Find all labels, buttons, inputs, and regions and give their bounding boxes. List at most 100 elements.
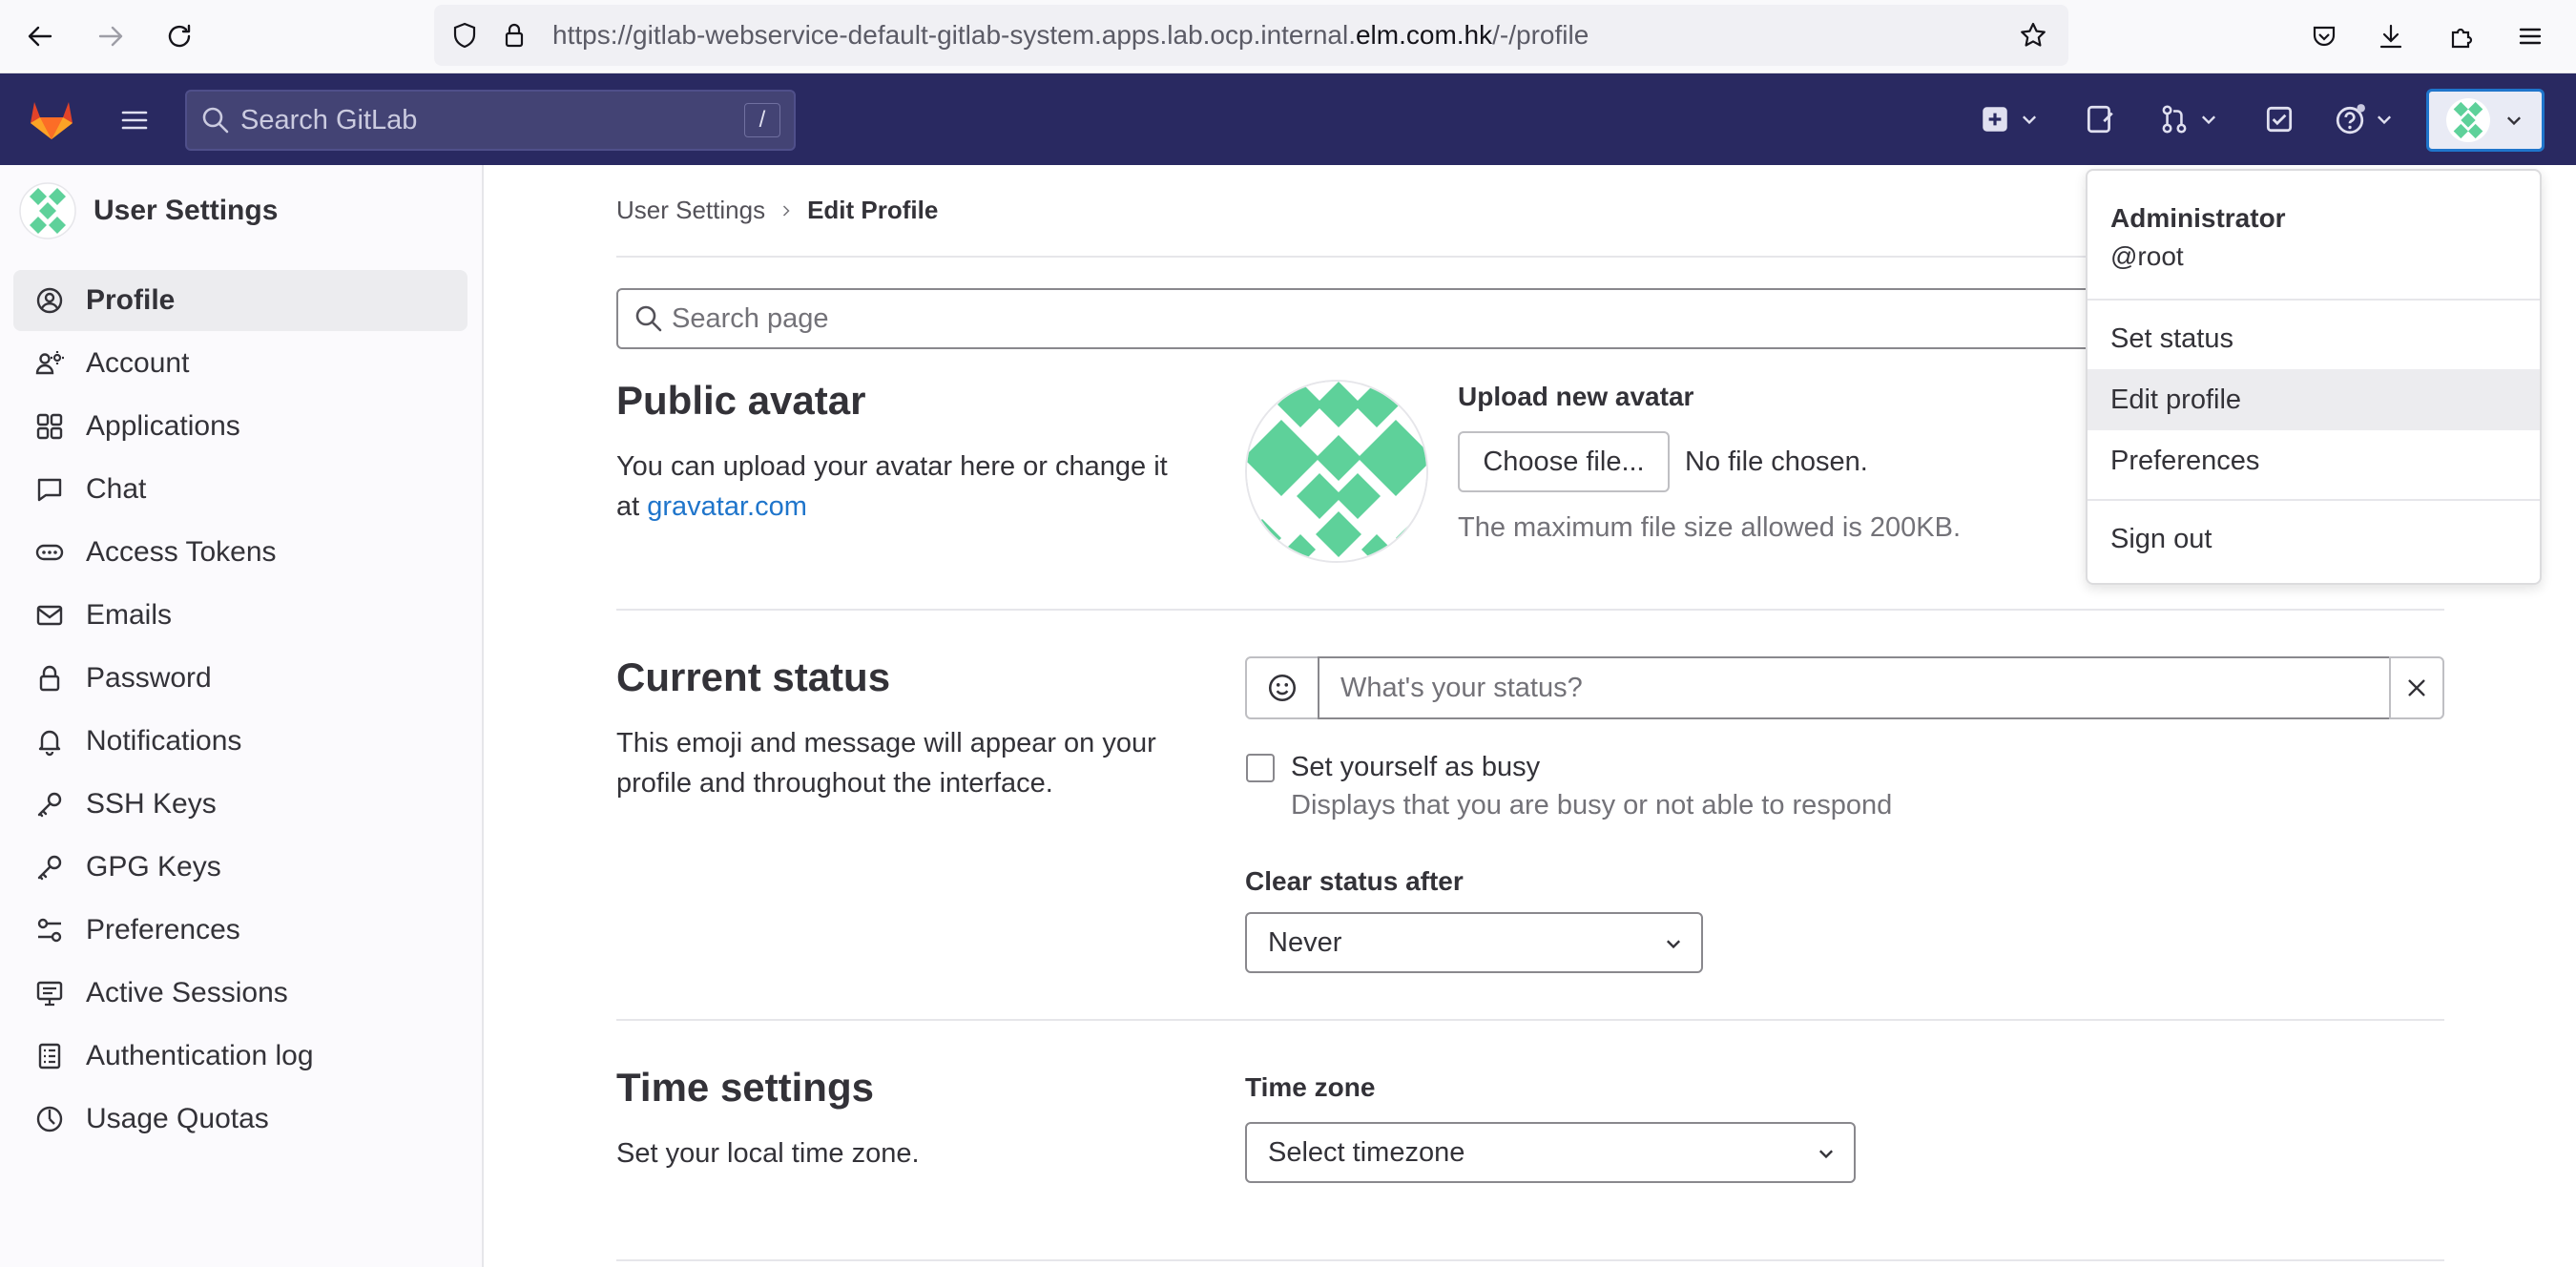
log-icon: [38, 1043, 61, 1070]
clear-status-value: Never: [1268, 927, 1342, 958]
mail-icon: [36, 605, 63, 626]
timezone-label: Time zone: [1245, 1072, 1376, 1102]
quota-icon: [36, 1106, 63, 1132]
hamburger-menu-icon[interactable]: [113, 98, 156, 142]
time-section-desc: Set your local time zone.: [616, 1138, 920, 1169]
issues-button[interactable]: [2084, 96, 2116, 142]
status-message-input[interactable]: [1318, 656, 2391, 719]
bell-icon: [38, 730, 61, 757]
account-icon: [35, 351, 64, 375]
plus-square-icon: [1983, 107, 2007, 132]
timezone-select[interactable]: Select timezone: [1245, 1122, 1856, 1183]
help-icon: [2336, 104, 2365, 135]
applications-icon: [36, 413, 63, 440]
app-menu-icon[interactable]: [2507, 13, 2553, 59]
avatar-section-title: Public avatar: [616, 378, 866, 423]
sidebar-title: User Settings: [93, 195, 279, 226]
user-dropdown-menu: Administrator @root Set status Edit prof…: [2086, 169, 2542, 585]
choose-file-button[interactable]: Choose file...: [1458, 431, 1670, 492]
back-icon[interactable]: [17, 13, 63, 59]
sidebar-item-account[interactable]: Account: [13, 333, 467, 394]
merge-requests-button[interactable]: [2158, 96, 2219, 142]
clear-status-button[interactable]: [2389, 656, 2444, 719]
sidebar-item-label: SSH Keys: [86, 788, 217, 820]
sidebar-item-preferences[interactable]: Preferences: [13, 900, 467, 961]
forward-icon[interactable]: [88, 13, 134, 59]
chat-icon: [37, 478, 62, 502]
shield-icon: [442, 12, 488, 58]
search-placeholder: Search GitLab: [240, 105, 418, 135]
divider: [616, 1019, 2444, 1021]
chevron-down-icon: [2022, 115, 2037, 125]
sidebar-item-password[interactable]: Password: [13, 648, 467, 709]
menu-item-sign-out[interactable]: Sign out: [2088, 509, 2540, 570]
chevron-down-icon: [2377, 115, 2392, 125]
divider: [616, 609, 2444, 611]
bookmark-star-icon[interactable]: [2010, 12, 2056, 58]
new-item-button[interactable]: [1979, 96, 2040, 142]
emoji-picker-button[interactable]: [1245, 656, 1319, 719]
identicon-icon: [1247, 382, 1426, 561]
sidebar-item-authentication-log[interactable]: Authentication log: [13, 1026, 467, 1087]
gravatar-link[interactable]: gravatar.com: [647, 491, 807, 522]
timezone-value: Select timezone: [1268, 1137, 1465, 1168]
issues-icon: [2087, 105, 2113, 134]
menu-item-edit-profile[interactable]: Edit profile: [2088, 369, 2540, 430]
sidebar-item-chat[interactable]: Chat: [13, 459, 467, 520]
breadcrumb-current[interactable]: Edit Profile: [807, 196, 938, 225]
lock-icon: [491, 12, 537, 58]
current-avatar: [1245, 380, 1428, 563]
merge-request-icon: [2162, 105, 2187, 134]
sidebar-item-gpg-keys[interactable]: GPG Keys: [13, 837, 467, 898]
help-button[interactable]: [2334, 96, 2395, 142]
chevron-down-icon: [2201, 115, 2216, 125]
sidebar-item-profile[interactable]: Profile: [13, 270, 467, 331]
breadcrumb-parent[interactable]: User Settings: [616, 196, 765, 225]
browser-toolbar: https://gitlab-webservice-default-gitlab…: [0, 0, 2576, 73]
sidebar-item-usage-quotas[interactable]: Usage Quotas: [13, 1089, 467, 1150]
settings-sidebar: User Settings Profile Account Applications…: [0, 165, 484, 1267]
clear-status-select[interactable]: Never: [1245, 912, 1703, 973]
smiley-icon: [1268, 674, 1297, 702]
top-navigation: Search GitLab /: [0, 73, 2576, 165]
sidebar-item-active-sessions[interactable]: Active Sessions: [13, 963, 467, 1024]
sidebar-item-label: Password: [86, 662, 212, 694]
sidebar-item-notifications[interactable]: Notifications: [13, 711, 467, 772]
sidebar-item-emails[interactable]: Emails: [13, 585, 467, 646]
avatar-section-desc: You can upload your avatar here or chang…: [616, 451, 1168, 522]
downloads-icon[interactable]: [2368, 13, 2414, 59]
pocket-icon[interactable]: [2301, 13, 2347, 59]
reload-icon[interactable]: [156, 13, 202, 59]
sidebar-item-label: Preferences: [86, 914, 240, 945]
extensions-icon[interactable]: [2439, 13, 2484, 59]
sidebar-item-applications[interactable]: Applications: [13, 396, 467, 457]
menu-item-set-status[interactable]: Set status: [2088, 308, 2540, 369]
chevron-down-icon: [1666, 940, 1681, 949]
sidebar-item-label: Access Tokens: [86, 536, 277, 568]
sidebar-header[interactable]: User Settings: [19, 182, 278, 239]
chevron-right-icon: [783, 204, 790, 217]
sidebar-item-label: Applications: [86, 410, 240, 442]
menu-item-preferences[interactable]: Preferences: [2088, 430, 2540, 491]
busy-help-text: Displays that you are busy or not able t…: [1291, 790, 1893, 820]
busy-checkbox[interactable]: [1246, 754, 1275, 782]
close-icon: [2408, 679, 2425, 696]
key-icon: [37, 792, 62, 818]
user-avatar-icon: [2446, 98, 2490, 142]
max-file-size-note: The maximum file size allowed is 200KB.: [1458, 512, 1962, 543]
gitlab-logo-icon[interactable]: [27, 94, 76, 144]
sidebar-item-label: Notifications: [86, 725, 242, 757]
todos-button[interactable]: [2263, 96, 2296, 142]
status-section-desc: This emoji and message will appear on yo…: [616, 728, 1156, 799]
global-search-input[interactable]: Search GitLab /: [185, 90, 796, 151]
no-file-chosen: No file chosen.: [1685, 447, 1868, 477]
key-icon: [37, 855, 62, 881]
user-menu-button[interactable]: [2426, 89, 2545, 152]
menu-divider: [2088, 299, 2540, 301]
lock-icon: [39, 665, 60, 692]
menu-divider: [2088, 499, 2540, 501]
status-input-group: [1245, 656, 2444, 719]
sidebar-item-ssh-keys[interactable]: SSH Keys: [13, 774, 467, 835]
address-bar[interactable]: https://gitlab-webservice-default-gitlab…: [434, 5, 2068, 66]
sidebar-item-access-tokens[interactable]: Access Tokens: [13, 522, 467, 583]
